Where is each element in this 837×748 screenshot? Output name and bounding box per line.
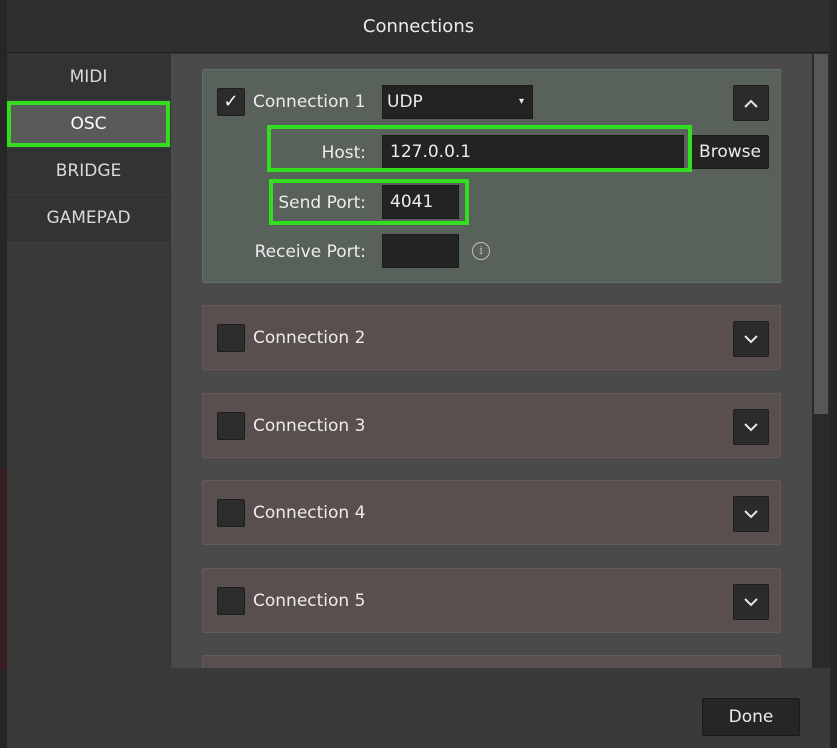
sidebar-item-label: MIDI: [69, 67, 108, 87]
host-highlight: [267, 125, 692, 172]
sidebar-item-osc[interactable]: OSC: [7, 101, 170, 147]
chevron-down-icon: [744, 509, 758, 518]
receive-port-label: Receive Port:: [254, 242, 366, 262]
connection-1-panel: ✓ Connection 1 UDP ▾ Host: 127.0.0.1 Bro…: [202, 69, 781, 283]
connection-2-checkbox[interactable]: [217, 324, 245, 352]
sidebar-item-label: GAMEPAD: [46, 208, 131, 228]
sidebar-item-midi[interactable]: MIDI: [7, 54, 170, 100]
connection-6-panel-partial: [202, 655, 781, 668]
chevron-down-icon: [744, 597, 758, 606]
connection-4-checkbox[interactable]: [217, 499, 245, 527]
chevron-down-icon: [744, 334, 758, 343]
receive-port-input[interactable]: [382, 234, 459, 268]
dialog-footer: Done: [7, 668, 830, 748]
info-glyph: i: [479, 244, 483, 257]
sidebar-item-bridge[interactable]: BRIDGE: [7, 148, 170, 194]
expand-button[interactable]: [733, 409, 769, 445]
dropdown-arrow-icon: ▾: [518, 96, 524, 107]
protocol-value: UDP: [387, 92, 423, 112]
connection-4-label: Connection 4: [253, 503, 366, 523]
connection-3-checkbox[interactable]: [217, 412, 245, 440]
collapse-button[interactable]: [733, 85, 769, 121]
dialog-title-text: Connections: [362, 15, 475, 37]
sidebar-item-label: OSC: [70, 114, 107, 134]
expand-button[interactable]: [733, 584, 769, 620]
dialog-title: Connections: [7, 0, 830, 53]
connections-list: ✓ Connection 1 UDP ▾ Host: 127.0.0.1 Bro…: [171, 54, 812, 668]
connections-dialog: Connections MIDI OSC BRIDGE GAMEPAD ✓ Co…: [7, 0, 830, 748]
browse-label: Browse: [699, 142, 761, 162]
check-icon: ✓: [223, 91, 239, 112]
sidebar-item-gamepad[interactable]: GAMEPAD: [7, 195, 170, 241]
sidebar-item-label: BRIDGE: [55, 161, 122, 181]
connection-4-panel: Connection 4: [202, 480, 781, 545]
connection-5-checkbox[interactable]: [217, 587, 245, 615]
done-label: Done: [728, 707, 774, 727]
chevron-up-icon: [744, 99, 758, 108]
chevron-down-icon: [744, 422, 758, 431]
connection-3-label: Connection 3: [253, 416, 366, 436]
connection-2-panel: Connection 2: [202, 305, 781, 370]
connection-3-panel: Connection 3: [202, 393, 781, 458]
scrollbar[interactable]: [812, 54, 830, 668]
connection-2-label: Connection 2: [253, 328, 366, 348]
connection-1-label: Connection 1: [253, 92, 366, 112]
connection-5-panel: Connection 5: [202, 568, 781, 633]
background-window-edge: [0, 470, 7, 670]
send-port-highlight: [269, 179, 469, 225]
done-button[interactable]: Done: [702, 698, 800, 736]
protocol-select[interactable]: UDP ▾: [382, 85, 533, 119]
info-icon[interactable]: i: [472, 242, 490, 260]
expand-button[interactable]: [733, 496, 769, 532]
connection-5-label: Connection 5: [253, 591, 366, 611]
connection-1-checkbox[interactable]: ✓: [217, 88, 245, 116]
sidebar: MIDI OSC BRIDGE GAMEPAD: [7, 54, 170, 668]
browse-button[interactable]: Browse: [691, 135, 769, 169]
expand-button[interactable]: [733, 321, 769, 357]
scrollbar-thumb[interactable]: [814, 54, 828, 414]
